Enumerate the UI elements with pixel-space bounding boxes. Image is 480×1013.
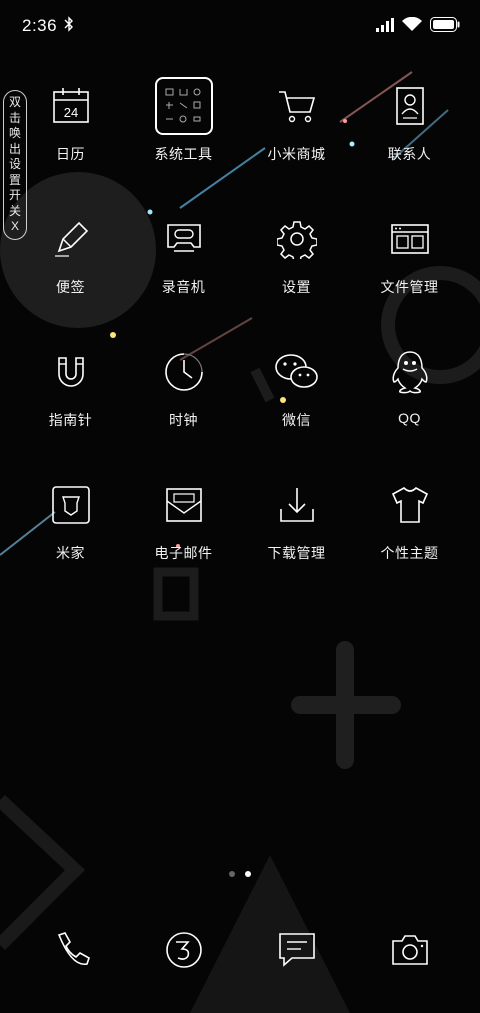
app-contacts[interactable]: 联系人 [353, 72, 466, 205]
app-label: 个性主题 [380, 545, 439, 561]
camera-icon [380, 920, 440, 980]
magnet-compass-icon [41, 342, 101, 402]
tools-folder-icon [154, 76, 214, 136]
dock-browser[interactable] [127, 920, 240, 980]
app-calendar[interactable]: 24 日历 [14, 72, 127, 205]
app-recorder[interactable]: 录音机 [127, 205, 240, 338]
calendar-date: 24 [63, 105, 77, 120]
page-dot[interactable] [229, 871, 235, 877]
clock-icon [154, 342, 214, 402]
app-label: 系统工具 [154, 146, 213, 162]
app-system-tools[interactable]: 系统工具 [127, 72, 240, 205]
recorder-icon [154, 209, 214, 269]
shopping-cart-icon [267, 76, 327, 136]
app-label: 联系人 [387, 146, 432, 162]
phone-icon [41, 920, 101, 980]
dock [14, 920, 466, 980]
wechat-icon [267, 342, 327, 402]
contacts-icon [380, 76, 440, 136]
app-label: 下载管理 [267, 545, 326, 561]
app-label: 设置 [282, 279, 311, 295]
file-manager-icon [380, 209, 440, 269]
pencil-icon [41, 209, 101, 269]
dock-camera[interactable] [353, 920, 466, 980]
app-settings[interactable]: 设置 [240, 205, 353, 338]
app-label: 微信 [282, 412, 311, 428]
app-label: 电子邮件 [154, 545, 213, 561]
app-mi-store[interactable]: 小米商城 [240, 72, 353, 205]
app-themes[interactable]: 个性主题 [353, 471, 466, 604]
wifi-icon [402, 17, 422, 32]
status-bar: 2:36 [0, 0, 480, 52]
app-label: 米家 [56, 545, 85, 561]
app-email[interactable]: 电子邮件 [127, 471, 240, 604]
cell-signal-icon [376, 17, 394, 32]
app-notes[interactable]: 便签 [14, 205, 127, 338]
app-label: 时钟 [169, 412, 198, 428]
app-label: QQ [398, 410, 421, 426]
tshirt-icon [380, 475, 440, 535]
gear-icon [267, 209, 327, 269]
app-mijia[interactable]: 米家 [14, 471, 127, 604]
app-label: 小米商城 [267, 146, 326, 162]
browser-icon [154, 920, 214, 980]
dock-phone[interactable] [14, 920, 127, 980]
app-grid: 24 日历 系统工具 小米商城 联系人 便签 录音机 设置 文件管理 指南针 时… [14, 72, 466, 604]
app-label: 文件管理 [380, 279, 439, 295]
app-label: 便签 [56, 279, 85, 295]
download-icon [267, 475, 327, 535]
message-icon [267, 920, 327, 980]
app-wechat[interactable]: 微信 [240, 338, 353, 471]
app-label: 日历 [56, 146, 85, 162]
calendar-icon: 24 [41, 76, 101, 136]
app-downloads[interactable]: 下载管理 [240, 471, 353, 604]
app-clock[interactable]: 时钟 [127, 338, 240, 471]
qq-penguin-icon [380, 342, 440, 402]
battery-icon [430, 17, 460, 32]
app-qq[interactable]: QQ [353, 338, 466, 471]
app-compass[interactable]: 指南针 [14, 338, 127, 471]
status-time: 2:36 [22, 16, 58, 35]
app-file-manager[interactable]: 文件管理 [353, 205, 466, 338]
mijia-icon [41, 475, 101, 535]
bluetooth-icon [64, 16, 74, 32]
mail-icon [154, 475, 214, 535]
app-label: 指南针 [48, 412, 93, 428]
dock-messages[interactable] [240, 920, 353, 980]
app-label: 录音机 [161, 279, 206, 295]
page-indicator [0, 871, 480, 877]
page-dot-active[interactable] [245, 871, 251, 877]
